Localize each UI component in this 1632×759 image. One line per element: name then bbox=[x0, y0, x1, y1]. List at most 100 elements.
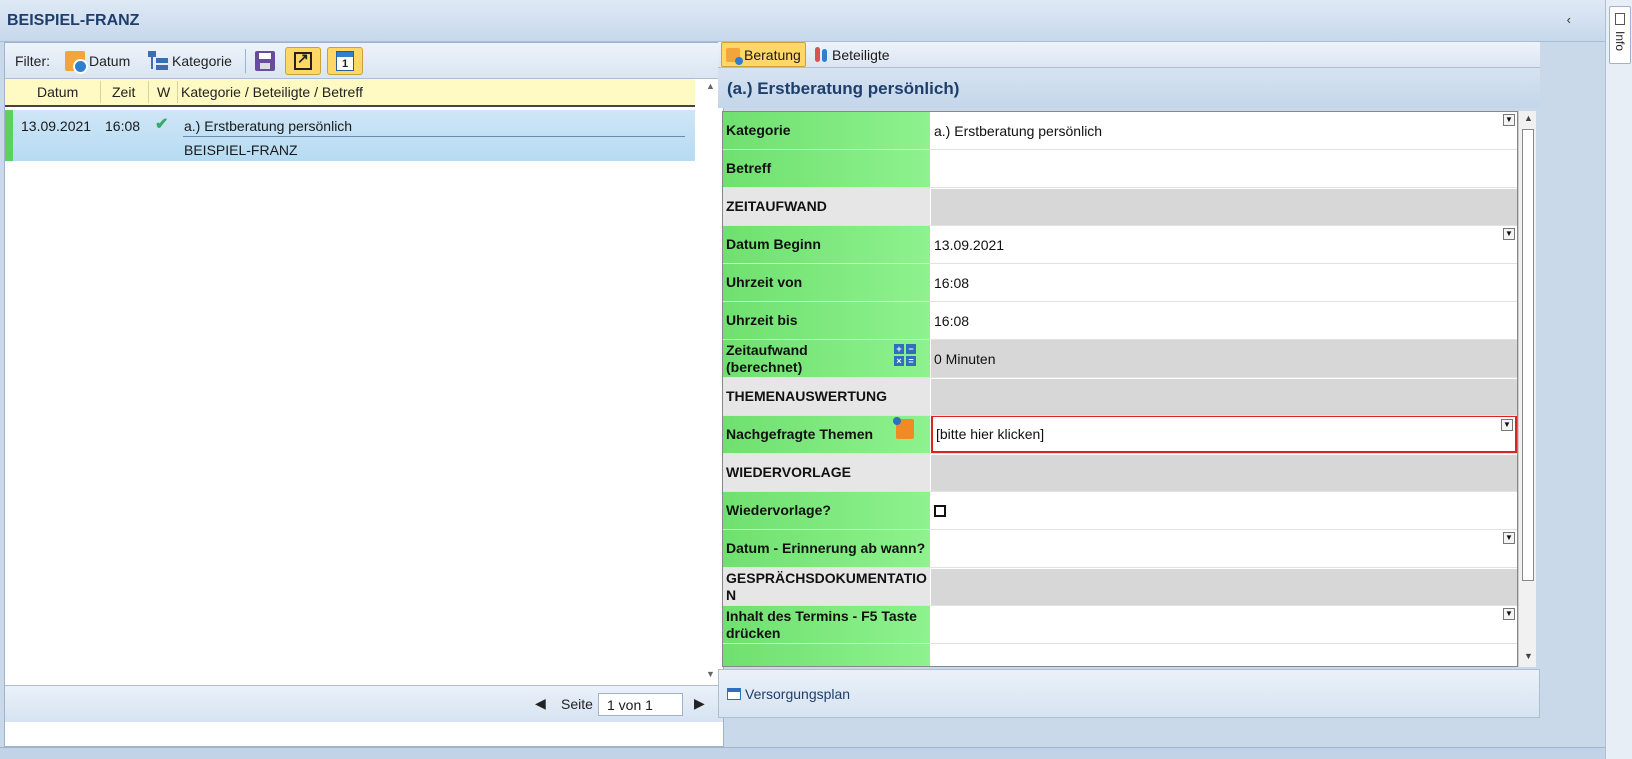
detail-form: Kategorie a.) Erstberatung persönlich ▼ B… bbox=[722, 111, 1518, 667]
plan-icon bbox=[727, 688, 741, 700]
window-title: BEISPIEL-FRANZ bbox=[7, 12, 140, 29]
category-tree-icon bbox=[148, 51, 168, 71]
kategorie-field[interactable]: a.) Erstberatung persönlich ▼ bbox=[931, 112, 1517, 149]
tab-beteiligte[interactable]: Beteiligte bbox=[810, 42, 894, 67]
inhalt-label: Inhalt des Termins - F5 Taste drücken bbox=[723, 606, 930, 643]
save-button[interactable] bbox=[255, 47, 279, 75]
filter-label: Filter: bbox=[15, 53, 50, 69]
pager-label: Seite bbox=[561, 696, 593, 712]
scrollbar-thumb[interactable] bbox=[1522, 129, 1534, 581]
table-row[interactable]: 13.09.2021 16:08 ✔ a.) Erstberatung pers… bbox=[5, 110, 695, 161]
wiedervorlage-checkbox[interactable] bbox=[934, 504, 946, 517]
wiedervorlage-field bbox=[931, 492, 1517, 529]
inhalt-field[interactable]: ▼ bbox=[931, 606, 1517, 643]
detail-panel: Beratung Beteiligte (a.) Erstberatung pe… bbox=[718, 42, 1540, 722]
consultation-icon bbox=[726, 47, 743, 65]
detail-tabs: Beratung Beteiligte bbox=[718, 42, 1540, 68]
row-datum: 13.09.2021 bbox=[21, 118, 92, 134]
uhrzeit-von-field[interactable]: 16:08 bbox=[931, 264, 1517, 301]
checkmark-icon: ✔ bbox=[155, 116, 169, 133]
row-betreff: Betreff bbox=[723, 150, 1517, 188]
datum-beginn-label: Datum Beginn bbox=[723, 226, 930, 263]
versorgungsplan-link[interactable]: Versorgungsplan bbox=[727, 686, 850, 702]
filter-datum-button[interactable]: Datum bbox=[65, 47, 130, 75]
row-doku-section: GESPRÄCHSDOKUMENTATION bbox=[723, 568, 1517, 606]
zeitaufwand-section-label: ZEITAUFWAND bbox=[723, 188, 930, 225]
title-bar: BEISPIEL-FRANZ ‹ bbox=[0, 0, 1605, 42]
row-cutoff bbox=[723, 644, 1517, 666]
section-filler bbox=[931, 189, 1517, 225]
prev-page-icon[interactable]: ◀ bbox=[535, 695, 546, 712]
col-w[interactable]: W bbox=[157, 84, 170, 100]
tab-beratung[interactable]: Beratung bbox=[721, 42, 806, 67]
chevron-down-icon[interactable]: ▼ bbox=[1501, 419, 1513, 431]
uhrzeit-von-label: Uhrzeit von bbox=[723, 264, 930, 301]
betreff-field[interactable] bbox=[931, 150, 1517, 187]
row-erinnerung: Datum - Erinnerung ab wann? ▼ bbox=[723, 530, 1517, 568]
page-indicator[interactable]: 1 von 1 bbox=[598, 693, 683, 716]
row-datum-beginn: Datum Beginn 13.09.2021 ▼ bbox=[723, 226, 1517, 264]
chevron-down-icon[interactable]: ▼ bbox=[1503, 228, 1515, 240]
betreff-label: Betreff bbox=[723, 150, 930, 187]
chevron-down-icon[interactable]: ▼ bbox=[1503, 532, 1515, 544]
section-title: (a.) Erstberatung persönlich) bbox=[718, 68, 1540, 108]
themen-section-label: THEMENAUSWERTUNG bbox=[723, 378, 930, 415]
erinnerung-field[interactable]: ▼ bbox=[931, 530, 1517, 567]
cutoff-label bbox=[723, 644, 930, 666]
appointments-list-panel: Filter: Datum Kategorie 1 Datum Zeit bbox=[4, 42, 724, 747]
document-icon bbox=[1615, 13, 1625, 25]
chevron-down-icon[interactable]: ▼ bbox=[1503, 608, 1515, 620]
kategorie-label: Kategorie bbox=[723, 112, 930, 149]
col-kategorie[interactable]: Kategorie / Beteiligte / Betreff bbox=[181, 84, 363, 100]
row-kategorie: Kategorie a.) Erstberatung persönlich ▼ bbox=[723, 112, 1517, 150]
status-strip bbox=[0, 747, 1605, 759]
tab-beteiligte-label: Beteiligte bbox=[832, 46, 890, 63]
next-page-icon[interactable]: ▶ bbox=[694, 695, 705, 712]
side-panel: Info bbox=[1605, 0, 1632, 759]
info-tab[interactable]: Info bbox=[1609, 6, 1631, 64]
themen-label-text: Nachgefragte Themen bbox=[726, 426, 874, 442]
row-inhalt: Inhalt des Termins - F5 Taste drücken ▼ bbox=[723, 606, 1517, 644]
calculator-icon[interactable]: + − × = bbox=[894, 344, 916, 366]
doku-section-label: GESPRÄCHSDOKUMENTATION bbox=[723, 568, 930, 605]
people-icon bbox=[814, 46, 828, 63]
themen-field[interactable]: [bitte hier klicken] ▼ bbox=[931, 416, 1517, 453]
form-scrollbar[interactable]: ▲ ▼ bbox=[1518, 111, 1536, 667]
export-icon bbox=[294, 50, 312, 70]
datum-beginn-value: 13.09.2021 bbox=[934, 236, 1005, 253]
row-kategorie: a.) Erstberatung persönlich bbox=[184, 118, 353, 134]
versorgungsplan-label: Versorgungsplan bbox=[745, 686, 851, 702]
zeitaufwand-label-text: Zeitaufwand (berechnet) bbox=[726, 341, 808, 375]
export-button[interactable] bbox=[285, 47, 321, 75]
themen-label: Nachgefragte Themen bbox=[723, 416, 930, 453]
wiedervorlage-label: Wiedervorlage? bbox=[723, 492, 930, 529]
filter-kategorie-label: Kategorie bbox=[172, 53, 232, 69]
chevron-down-icon[interactable]: ▼ bbox=[1503, 114, 1515, 126]
row-wiedervorlage-section: WIEDERVORLAGE bbox=[723, 454, 1517, 492]
col-datum[interactable]: Datum bbox=[37, 84, 78, 100]
datum-beginn-field[interactable]: 13.09.2021 ▼ bbox=[931, 226, 1517, 263]
row-zeitaufwand-section: ZEITAUFWAND bbox=[723, 188, 1517, 226]
kategorie-value: a.) Erstberatung persönlich bbox=[934, 122, 1103, 139]
uhrzeit-bis-field[interactable]: 16:08 bbox=[931, 302, 1517, 339]
section-filler bbox=[931, 569, 1517, 605]
wiedervorlage-section-label: WIEDERVORLAGE bbox=[723, 454, 930, 491]
row-zeit: 16:08 bbox=[105, 118, 141, 134]
topic-picker-icon[interactable] bbox=[893, 417, 914, 439]
row-uhrzeit-bis: Uhrzeit bis 16:08 bbox=[723, 302, 1517, 340]
filter-kategorie-button[interactable]: Kategorie bbox=[148, 47, 232, 75]
day-view-button[interactable]: 1 bbox=[327, 47, 363, 75]
bottom-bar: Versorgungsplan bbox=[718, 669, 1540, 718]
row-beteiligte: BEISPIEL-FRANZ bbox=[184, 142, 298, 158]
grid-header: Datum Zeit W Kategorie / Beteiligte / Be… bbox=[5, 79, 695, 107]
themen-value: [bitte hier klicken] bbox=[936, 426, 1045, 442]
uhrzeit-bis-label: Uhrzeit bis bbox=[723, 302, 930, 339]
toolbar-separator bbox=[245, 49, 246, 73]
save-icon bbox=[255, 51, 275, 71]
section-filler bbox=[931, 379, 1517, 415]
filter-datum-label: Datum bbox=[89, 53, 131, 69]
col-zeit[interactable]: Zeit bbox=[112, 84, 135, 100]
row-wiedervorlage: Wiedervorlage? bbox=[723, 492, 1517, 530]
collapse-icon[interactable]: ‹ bbox=[1567, 12, 1571, 27]
row-status-marker bbox=[5, 110, 13, 161]
